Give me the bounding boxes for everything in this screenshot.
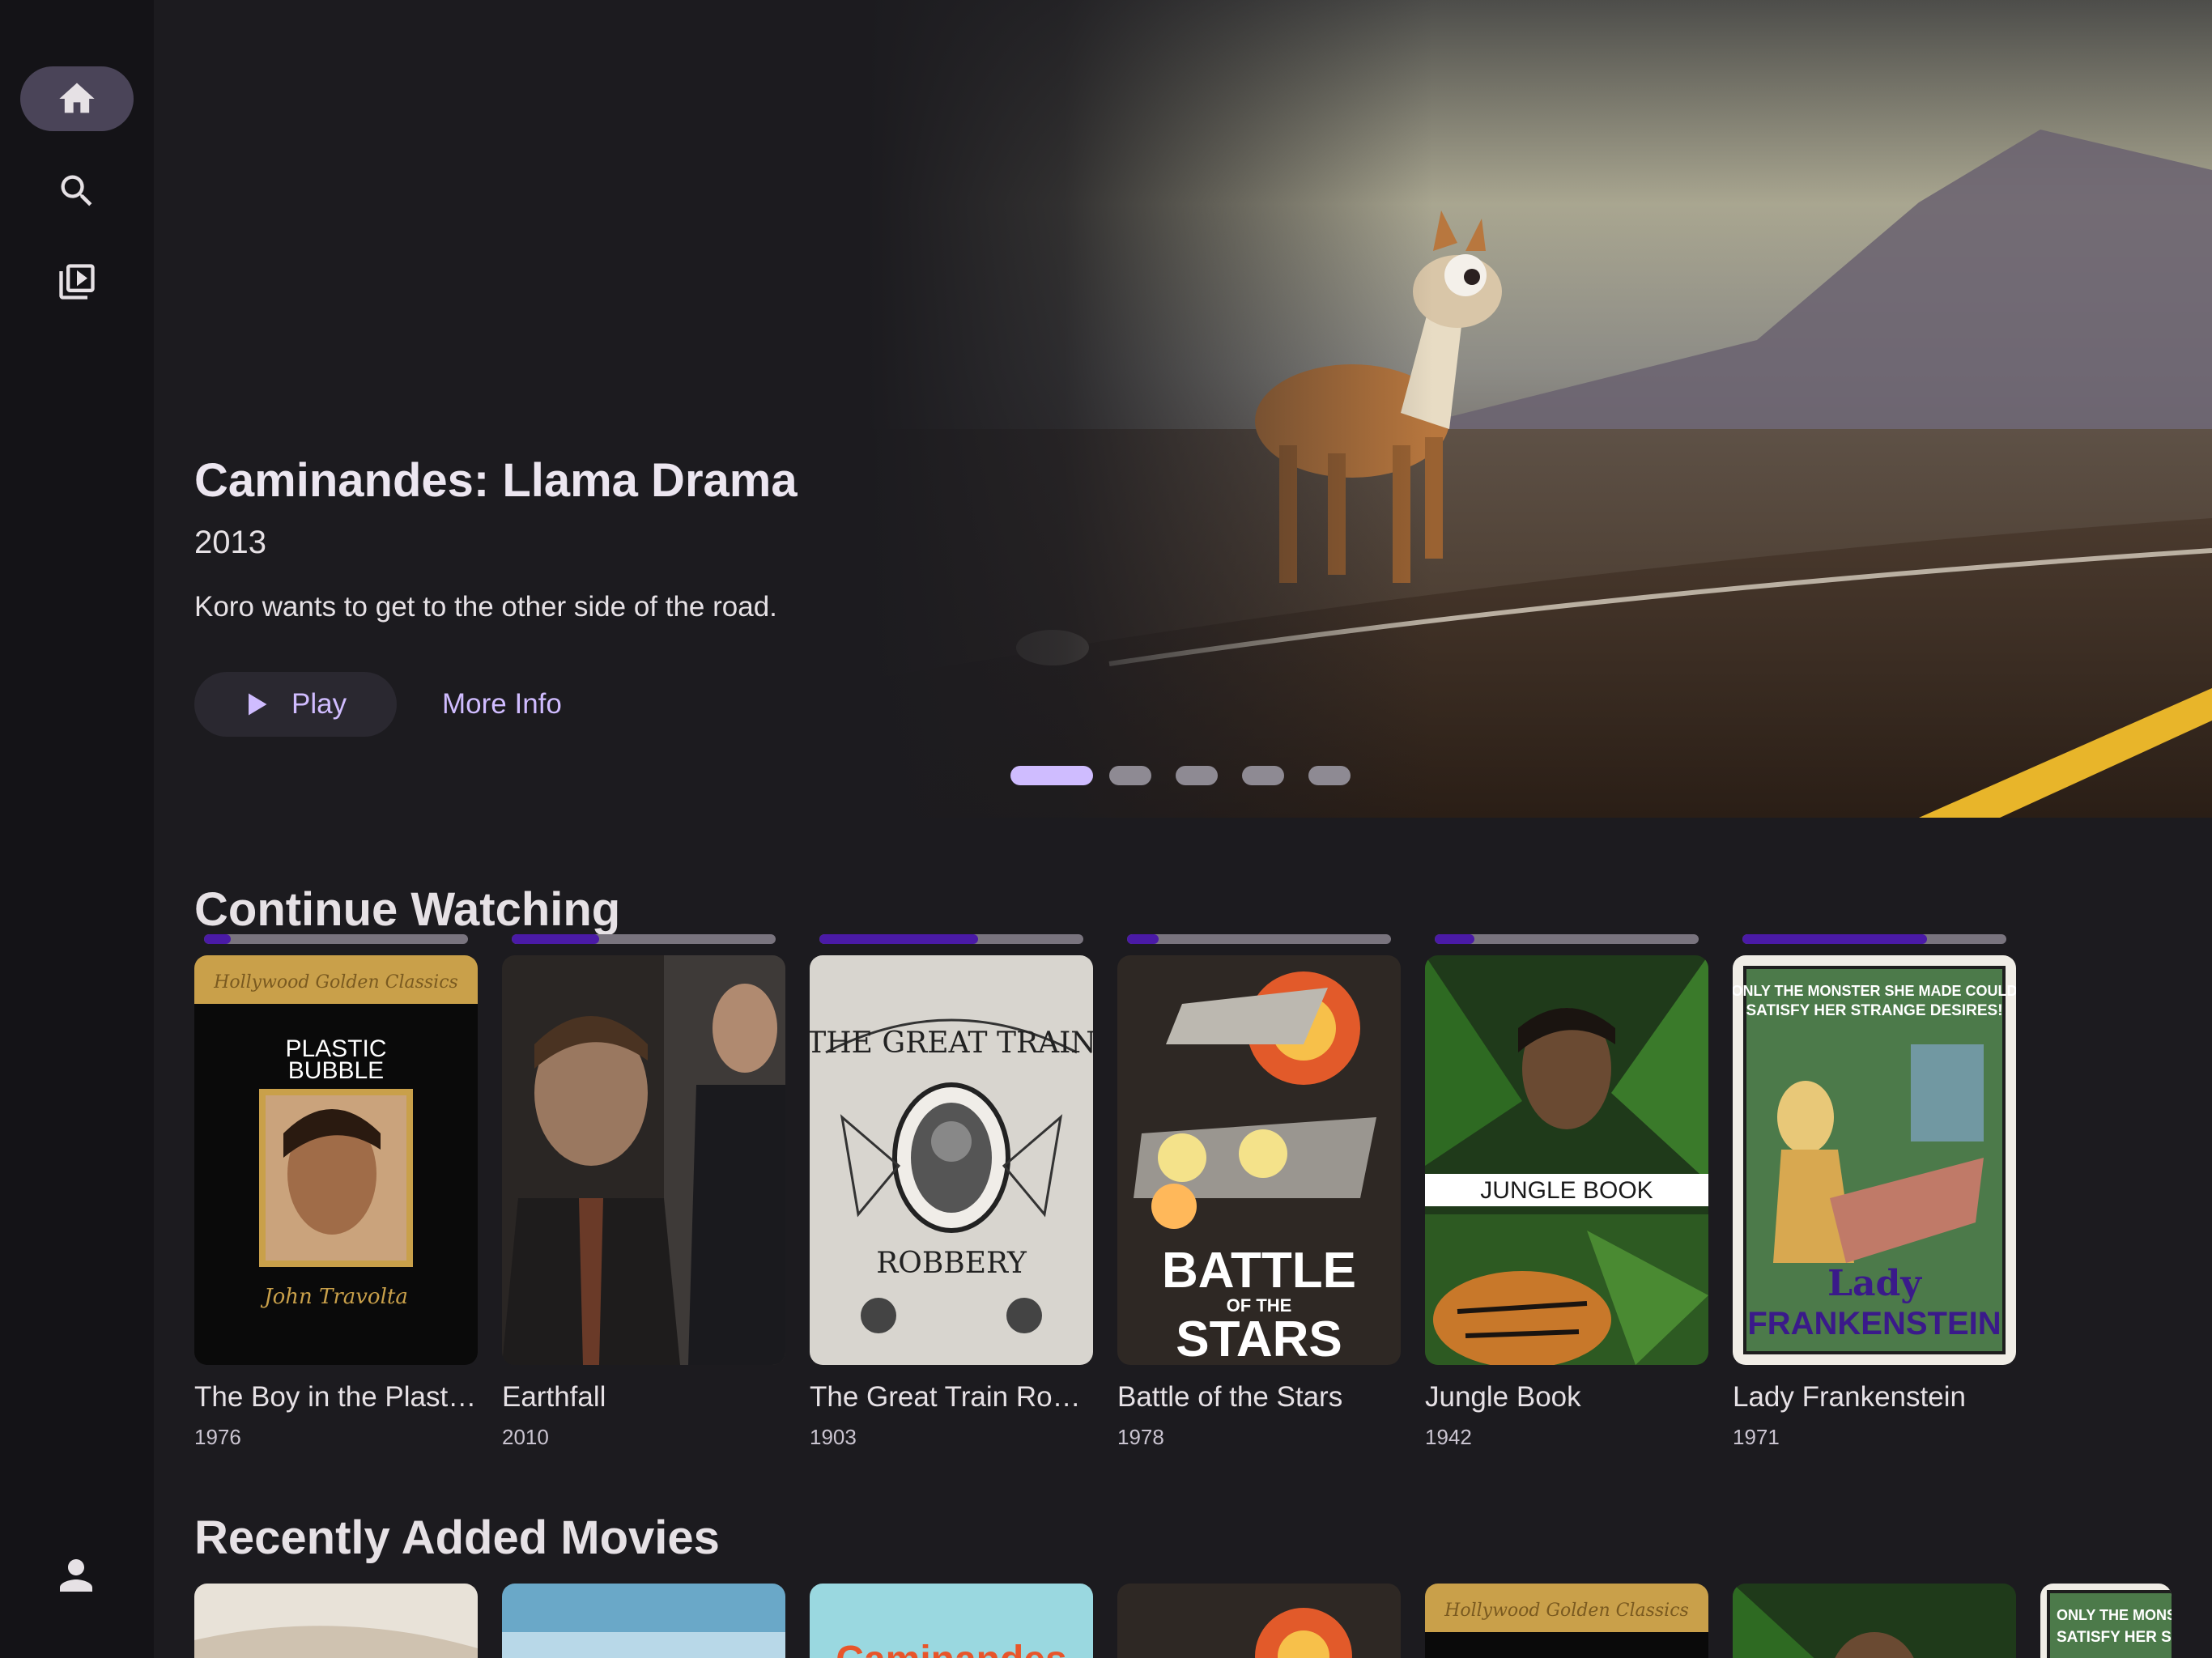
- poster-text: ONLY THE MONSTER SHE MADE COULD: [1733, 983, 2016, 999]
- nav-search-button[interactable]: [20, 159, 134, 223]
- sidebar: [0, 0, 154, 1658]
- card-title: Earthfall: [502, 1381, 606, 1413]
- search-icon: [61, 175, 92, 206]
- nav-library-button[interactable]: [20, 249, 134, 314]
- poster-text: BATTLE: [1162, 1243, 1356, 1299]
- poster-image: [502, 955, 785, 1365]
- watch-progress-bar: [1742, 934, 2006, 944]
- recent-poster[interactable]: [194, 1584, 478, 1658]
- card-title: The Great Train Robbery: [810, 1381, 1093, 1413]
- poster-image: THE GREAT TRAIN ROBBERY: [810, 955, 1093, 1365]
- poster-image: Hollywood Golden Classics PLASTIC BUBBLE…: [194, 955, 478, 1365]
- watch-progress-bar: [204, 934, 468, 944]
- poster-text: THE GREAT TRAIN: [810, 1027, 1093, 1060]
- recently-added-title: Recently Added Movies: [194, 1511, 720, 1564]
- card-year: 2010: [502, 1425, 549, 1449]
- play-icon: [249, 693, 267, 716]
- continue-watching-title: Continue Watching: [194, 883, 621, 936]
- poster-text: ONLY THE MONSTE: [2057, 1607, 2172, 1623]
- card-year: 1942: [1425, 1425, 1472, 1449]
- poster-text: STARS: [1176, 1312, 1342, 1365]
- carousel-dot-2[interactable]: [1109, 766, 1151, 785]
- poster-text: FRANKENSTEIN: [1747, 1306, 2001, 1341]
- recent-poster[interactable]: Hollywood Golden Classics: [1425, 1584, 1708, 1658]
- poster-text: SATISFY HER S: [2057, 1629, 2172, 1646]
- poster-text: BUBBLE: [288, 1057, 384, 1084]
- hero-year: 2013: [194, 525, 266, 560]
- person-icon: [60, 1559, 92, 1592]
- poster-text: SATISFY HER STRANGE DESIRES!: [1746, 1002, 2002, 1019]
- poster-text: Caminandes: [836, 1639, 1066, 1658]
- card-year: 1978: [1117, 1425, 1164, 1449]
- home-icon: [59, 83, 95, 113]
- library-icon: [59, 264, 95, 300]
- carousel-dot-5[interactable]: [1308, 766, 1351, 785]
- hero-title: Caminandes: Llama Drama: [194, 454, 798, 507]
- poster-image: ONLY THE MONSTER SHE MADE COULD SATISFY …: [1733, 955, 2016, 1365]
- poster-text: Hollywood Golden Classics: [1444, 1601, 1689, 1621]
- card-year: 1971: [1733, 1425, 1780, 1449]
- hero-fade-overlay: [866, 0, 1433, 818]
- poster-text: Hollywood Golden Classics: [213, 972, 458, 993]
- watch-progress-bar: [1435, 934, 1699, 944]
- profile-button[interactable]: [52, 1551, 100, 1600]
- carousel-dot-3[interactable]: [1176, 766, 1218, 785]
- recent-poster[interactable]: [1117, 1584, 1401, 1658]
- more-info-button[interactable]: More Info: [442, 688, 562, 721]
- carousel-dot-4[interactable]: [1242, 766, 1284, 785]
- card-title: Battle of the Stars: [1117, 1381, 1343, 1413]
- poster-image: BATTLE OF THE STARS: [1117, 955, 1401, 1365]
- card-year: 1976: [194, 1425, 241, 1449]
- watch-progress-bar: [819, 934, 1083, 944]
- card-year: 1903: [810, 1425, 857, 1449]
- play-button-label: Play: [291, 688, 347, 720]
- poster-image: JUNGLE BOOK: [1425, 955, 1708, 1365]
- carousel-dot-1[interactable]: [1010, 766, 1093, 785]
- watch-progress-bar: [1127, 934, 1391, 944]
- recent-poster[interactable]: Caminandes: [810, 1584, 1093, 1658]
- card-title: The Boy in the Plastic Bubble: [194, 1381, 478, 1413]
- play-button[interactable]: Play: [194, 672, 397, 737]
- recent-poster[interactable]: ONLY THE MONSTE SATISFY HER S: [2040, 1584, 2172, 1658]
- watch-progress-bar: [512, 934, 776, 944]
- recent-poster[interactable]: [1733, 1584, 2016, 1658]
- hero-banner: Caminandes: Llama Drama 2013 Koro wants …: [154, 0, 2212, 818]
- poster-text: John Travolta: [260, 1285, 408, 1309]
- recent-poster[interactable]: [502, 1584, 785, 1658]
- card-title: Lady Frankenstein: [1733, 1381, 1966, 1413]
- poster-text: Lady: [1827, 1263, 1922, 1304]
- card-title: Jungle Book: [1425, 1381, 1581, 1413]
- poster-text: JUNGLE BOOK: [1480, 1177, 1653, 1204]
- hero-description: Koro wants to get to the other side of t…: [194, 591, 777, 623]
- poster-text: ROBBERY: [876, 1247, 1027, 1280]
- nav-home-button[interactable]: [20, 66, 134, 131]
